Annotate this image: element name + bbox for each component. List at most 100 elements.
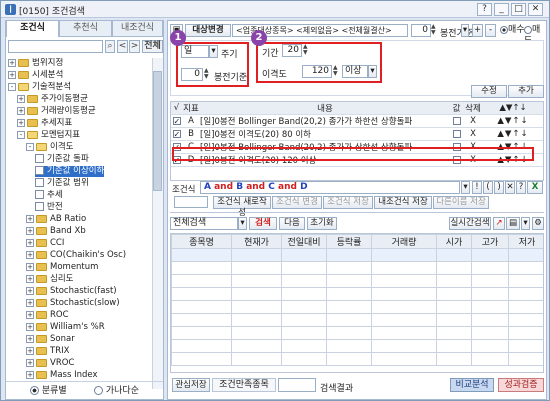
all-button[interactable]: 전체 (142, 40, 163, 53)
minimize-icon[interactable]: _ (494, 3, 509, 16)
formula-dropdown-icon[interactable]: ▾ (461, 181, 470, 194)
tree-item[interactable]: + VROC (26, 358, 74, 369)
expand-icon[interactable]: + (26, 226, 34, 235)
result-row[interactable] (171, 313, 543, 327)
collapse-icon[interactable]: - (26, 142, 34, 151)
reset-button[interactable]: 초기화 (307, 217, 337, 230)
gap-input[interactable]: 120 (302, 65, 332, 78)
tree-item[interactable]: - 모멘텀지표 (17, 130, 80, 141)
search-input[interactable] (8, 40, 103, 53)
compare-select[interactable]: 이상 (342, 65, 368, 78)
expand-icon[interactable]: + (26, 262, 34, 271)
result-row[interactable] (171, 300, 543, 314)
tree-item[interactable]: + Stochastic(slow) (26, 298, 120, 309)
tree-item[interactable]: + 시세분석 (8, 70, 63, 81)
result-row[interactable] (171, 352, 543, 366)
spin-icon[interactable]: ▲ ▼ (303, 44, 311, 56)
tree-item[interactable]: + CCI (26, 238, 64, 249)
expand-icon[interactable]: + (26, 298, 34, 307)
tree-item[interactable]: 기준값 이상이하 (35, 166, 105, 177)
radio-buy[interactable]: 매수 (500, 25, 525, 36)
expand-icon[interactable]: + (26, 250, 34, 259)
tree-item[interactable]: + 거래량이동평균 (17, 106, 96, 117)
next-icon[interactable]: > (129, 40, 140, 53)
tree-item[interactable]: + 주가이동평균 (17, 94, 88, 105)
tree-item[interactable]: + CO(Chaikin's Osc) (26, 250, 126, 261)
maximize-icon[interactable]: □ (511, 3, 526, 16)
tree-item[interactable]: 추세 (35, 190, 63, 201)
not-button[interactable]: ! (472, 181, 482, 194)
collapse-icon[interactable]: - (17, 130, 25, 139)
help-icon[interactable]: ? (516, 181, 526, 194)
row-check[interactable] (171, 114, 182, 128)
target-change-button[interactable]: 대상변경 (185, 24, 231, 37)
expand-icon[interactable]: + (26, 322, 34, 331)
dropdown-icon[interactable]: ▾ (461, 24, 469, 37)
close-icon[interactable]: ✕ (528, 3, 543, 16)
search-icon[interactable]: ⌕ (105, 40, 115, 53)
row-value[interactable] (450, 114, 463, 128)
tab-recommended[interactable]: 추천식 (59, 21, 112, 37)
term-input[interactable]: 20 (282, 44, 302, 57)
next-button[interactable]: 다음 (279, 217, 305, 230)
tab-my-conditions[interactable]: 내조건식 (112, 21, 163, 37)
tree-item[interactable]: + Sonar (26, 334, 75, 345)
chart-icon[interactable]: ↗ (493, 217, 505, 230)
scroll-thumb[interactable] (153, 71, 162, 191)
collapse-icon[interactable]: - (8, 82, 16, 91)
result-row[interactable] (171, 261, 543, 275)
expand-icon[interactable]: + (17, 118, 25, 127)
result-col-header[interactable]: 고가 (471, 234, 509, 249)
tab-conditions[interactable]: 조건식 (6, 21, 59, 37)
excel-icon[interactable]: X (527, 181, 543, 194)
expand-icon[interactable]: + (26, 214, 34, 223)
save-condition-button[interactable]: 조건식 저장 (323, 196, 373, 209)
interest-save-button[interactable]: 관심저장 (172, 378, 210, 392)
condition-row[interactable]: B[일]0봉전 이격도(20) 80 이하 X▲▼↑↓ (171, 127, 543, 141)
clear-icon[interactable]: ✕ (505, 181, 515, 194)
radio-alphabetical[interactable]: 가나다순 (94, 385, 139, 397)
tree-item[interactable]: + ROC (26, 310, 69, 321)
expand-icon[interactable]: + (17, 106, 25, 115)
expand-icon[interactable]: + (26, 310, 34, 319)
row-order-icons[interactable]: ▲▼↑↓ (483, 114, 543, 128)
result-col-header[interactable]: 종목명 (171, 234, 232, 249)
expand-icon[interactable]: + (8, 70, 16, 79)
checkbox-checked-icon[interactable] (172, 129, 181, 138)
radio-by-category[interactable]: 분류별 (30, 385, 67, 397)
compare-button[interactable]: 비교분석 (450, 378, 494, 392)
period-unit-select[interactable]: 일 (181, 45, 209, 58)
result-row[interactable] (171, 339, 543, 353)
row-check[interactable] (171, 127, 182, 141)
tree-item[interactable]: + Momentum (26, 262, 98, 273)
tree-item[interactable]: + William's %R (26, 322, 105, 333)
grid-dropdown-icon[interactable]: ▾ (521, 217, 530, 230)
checkbox-icon[interactable] (452, 116, 461, 125)
save-my-condition-button[interactable]: 내조건식 저장 (374, 196, 432, 209)
add-button[interactable]: 추가 (508, 85, 544, 98)
plus-button[interactable]: + (472, 24, 483, 37)
tree-item[interactable]: + Stochastic(fast) (26, 286, 117, 297)
tree-item[interactable]: - 이격도 (26, 142, 73, 153)
tree-item[interactable]: + 심리도 (26, 274, 73, 285)
result-col-header[interactable]: 거래량 (371, 234, 437, 249)
realtime-search-button[interactable]: 실시간검색 (449, 217, 491, 230)
result-row[interactable] (171, 274, 543, 288)
result-col-header[interactable]: 시가 (436, 234, 472, 249)
row-value[interactable] (450, 127, 463, 141)
tree-item[interactable]: + TRIX (26, 346, 69, 357)
save-as-button[interactable]: 다른이름 저장 (433, 196, 489, 209)
close-paren-button[interactable]: ) (494, 181, 504, 194)
expand-icon[interactable]: + (8, 58, 16, 67)
spin-icon[interactable]: ▲ ▼ (431, 24, 439, 37)
tree-item[interactable]: 반전 (35, 202, 63, 213)
change-condition-button[interactable]: 조건식 변경 (272, 196, 322, 209)
expand-icon[interactable]: + (26, 238, 34, 247)
spin-icon[interactable]: ▲ ▼ (333, 65, 341, 77)
row-delete[interactable]: X (463, 127, 483, 141)
expand-icon[interactable]: + (26, 358, 34, 367)
tree-item[interactable]: 기준값 돌파 (35, 154, 89, 165)
formula-input[interactable]: A and B and C and D (200, 181, 460, 194)
spin-icon[interactable]: ▲ ▼ (204, 68, 212, 80)
scope-select[interactable]: 전체검색 (170, 217, 238, 230)
